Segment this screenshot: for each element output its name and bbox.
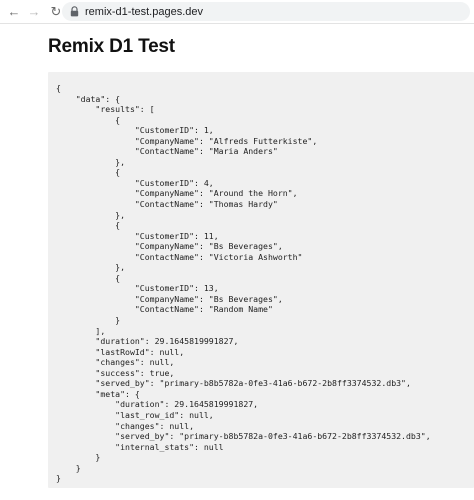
url-text[interactable]: remix-d1-test.pages.dev: [85, 6, 203, 18]
json-output-text: { "data": { "results": [ { "CustomerID":…: [56, 83, 431, 484]
address-bar[interactable]: remix-d1-test.pages.dev: [62, 2, 470, 21]
forward-arrow-icon[interactable]: →: [26, 4, 42, 20]
json-output-panel: { "data": { "results": [ { "CustomerID":…: [48, 72, 474, 488]
lock-icon[interactable]: [70, 6, 79, 17]
back-arrow-icon[interactable]: ←: [6, 4, 22, 20]
page-title: Remix D1 Test: [48, 36, 175, 57]
browser-toolbar: ← → ↻ remix-d1-test.pages.dev: [0, 0, 474, 24]
